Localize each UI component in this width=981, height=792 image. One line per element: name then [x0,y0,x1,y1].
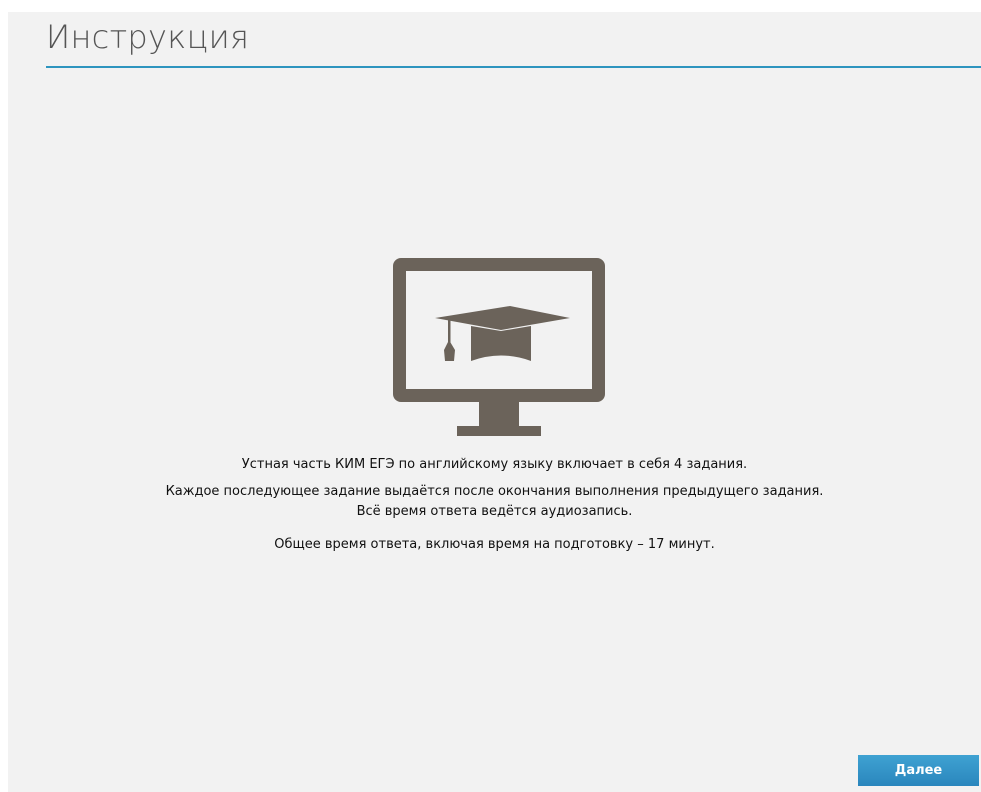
page-title: Инструкция [46,18,250,56]
monitor-screen [406,271,592,389]
instruction-line-1: Устная часть КИМ ЕГЭ по английскому язык… [241,457,748,472]
instruction-line-3: Всё время ответа ведётся аудиозапись. [356,504,633,519]
instruction-line-2: Каждое последующее задание выдаётся посл… [165,484,824,499]
instruction-line-4: Общее время ответа, включая время на под… [274,537,715,552]
monitor-stand [479,402,519,428]
monitor-svg [393,258,605,436]
monitor-graduation-cap-icon [393,258,605,436]
next-button[interactable]: Далее [858,755,979,786]
instructions-text: Устная часть КИМ ЕГЭ по английскому язык… [8,455,981,555]
instruction-window: Инструкция Устная часть КИМ ЕГЭ по англи… [8,12,981,792]
header: Инструкция [46,12,981,68]
monitor-base [457,426,541,436]
